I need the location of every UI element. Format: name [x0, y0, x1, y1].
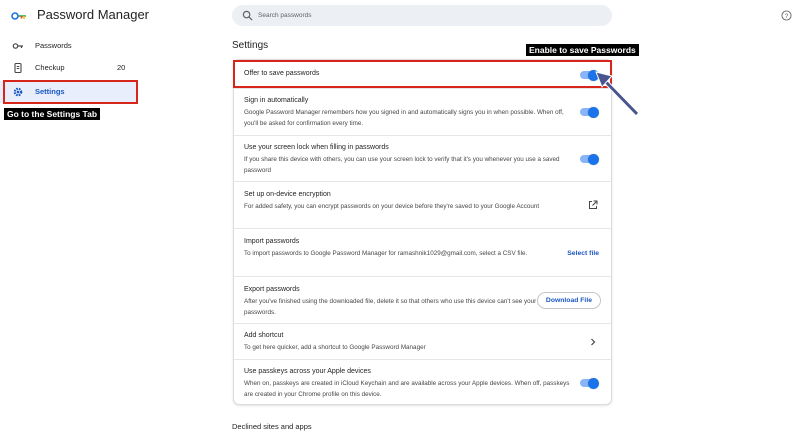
- key-icon: [12, 43, 23, 49]
- checkup-icon: [14, 62, 22, 74]
- sidebar-item-label: Checkup: [35, 63, 65, 72]
- setting-row-encryption[interactable]: Set up on-device encryption For added sa…: [234, 182, 611, 229]
- setting-title: Use passkeys across your Apple devices: [244, 368, 371, 375]
- setting-row-passkeys[interactable]: Use passkeys across your Apple devices W…: [234, 360, 611, 406]
- checkup-count-badge: 20: [117, 63, 126, 72]
- passkeys-toggle[interactable]: [580, 377, 599, 389]
- svg-text:?: ?: [785, 13, 789, 20]
- settings-card: Offer to save passwords Sign in automati…: [233, 59, 612, 405]
- gear-icon: [13, 87, 23, 97]
- toggle-knob: [588, 153, 599, 165]
- external-link-icon[interactable]: [588, 200, 598, 210]
- search-bar[interactable]: [232, 5, 612, 26]
- sidebar-item-label: Settings: [35, 87, 65, 96]
- setting-title: Import passwords: [244, 238, 300, 245]
- setting-row-import[interactable]: Import passwords To import passwords to …: [234, 229, 611, 277]
- setting-description: If you share this device with others, yo…: [244, 156, 560, 174]
- search-input[interactable]: [258, 8, 598, 23]
- screen-lock-toggle[interactable]: [580, 153, 599, 165]
- setting-title: Sign in automatically: [244, 97, 309, 104]
- sidebar-item-label: Passwords: [35, 41, 72, 50]
- settings-tab-caption: Go to the Settings Tab: [4, 108, 101, 120]
- declined-sites-title: Declined sites and apps: [232, 422, 312, 431]
- app-title: Password Manager: [37, 7, 149, 22]
- page-title: Settings: [232, 40, 269, 51]
- setting-title: Use your screen lock when filling in pas…: [244, 144, 389, 151]
- setting-title: Offer to save passwords: [244, 70, 320, 77]
- setting-description: To import passwords to Google Password M…: [244, 250, 528, 257]
- select-file-button[interactable]: Select file: [567, 250, 599, 257]
- setting-description: To get here quicker, add a shortcut to G…: [244, 344, 426, 351]
- annotation-arrow-icon: [595, 71, 639, 116]
- setting-title: Export passwords: [244, 286, 300, 293]
- setting-row-export[interactable]: Export passwords After you've finished u…: [234, 277, 611, 324]
- sidebar-item-checkup[interactable]: Checkup 20: [0, 57, 138, 79]
- download-file-button[interactable]: Download File: [536, 292, 601, 309]
- setting-description: Google Password Manager remembers how yo…: [244, 109, 564, 127]
- toggle-knob: [588, 377, 599, 389]
- setting-row-screen-lock[interactable]: Use your screen lock when filling in pas…: [234, 136, 611, 182]
- sidebar-item-settings[interactable]: Settings: [0, 81, 138, 103]
- enable-save-caption: Enable to save Passwords: [526, 44, 639, 56]
- setting-title: Add shortcut: [244, 332, 284, 339]
- setting-row-offer-to-save[interactable]: Offer to save passwords: [234, 60, 611, 89]
- search-icon: [242, 10, 253, 21]
- setting-description: For added safety, you can encrypt passwo…: [244, 203, 540, 210]
- password-manager-logo-icon: [11, 12, 26, 20]
- help-icon[interactable]: ?: [781, 10, 792, 21]
- chevron-right-icon[interactable]: [590, 338, 596, 346]
- setting-row-shortcut[interactable]: Add shortcut To get here quicker, add a …: [234, 324, 611, 360]
- setting-description: When on, passkeys are created in iCloud …: [244, 380, 570, 398]
- setting-description: After you've finished using the download…: [244, 298, 537, 316]
- setting-row-sign-in-auto[interactable]: Sign in automatically Google Password Ma…: [234, 89, 611, 136]
- setting-title: Set up on-device encryption: [244, 191, 331, 198]
- sidebar-item-passwords[interactable]: Passwords: [0, 35, 138, 57]
